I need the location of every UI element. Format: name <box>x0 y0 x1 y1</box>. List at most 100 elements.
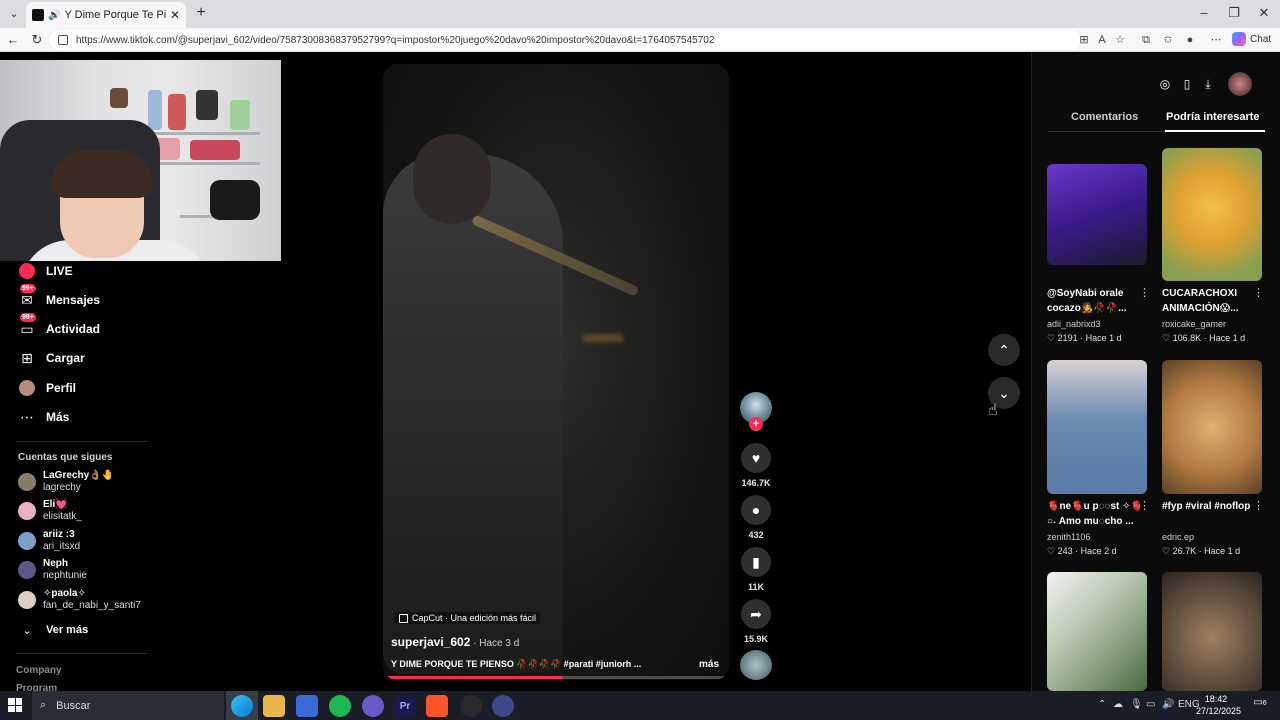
profile-avatar-icon[interactable]: ● <box>1182 32 1198 48</box>
card-menu-dots-icon[interactable]: ⋮ <box>1253 499 1264 512</box>
comment-icon[interactable]: ● <box>741 495 771 525</box>
sidebar-item-cargar[interactable]: ⊞ Cargar <box>18 349 85 367</box>
sidebar-item-mensajes[interactable]: ✉ 99+ Mensajes <box>18 284 100 309</box>
premiere-icon[interactable]: Pr <box>394 695 416 717</box>
video-author[interactable]: superjavi_602 <box>391 635 470 649</box>
sidebar-item-actividad[interactable]: ▭ 99+ Actividad <box>18 313 100 338</box>
url-field[interactable]: https://www.tiktok.com/@superjavi_602/vi… <box>50 30 1080 50</box>
video-author-line[interactable]: superjavi_602 · Hace 3 d <box>391 635 519 649</box>
brave-icon[interactable] <box>426 695 448 717</box>
refresh-icon[interactable]: ↻ <box>28 31 46 49</box>
save-count: 11K <box>747 582 764 592</box>
onedrive-icon[interactable]: ☁ <box>1113 699 1123 710</box>
bookmark-icon[interactable]: ▮ <box>741 547 771 577</box>
recommended-video-title[interactable]: #fyp #viral #noflop <box>1162 499 1262 514</box>
audio-playing-icon[interactable]: 🔊 <box>48 10 60 21</box>
user-avatar[interactable] <box>1228 72 1252 96</box>
maximize-icon[interactable]: ❐ <box>1224 5 1244 21</box>
recommended-video-title[interactable]: @SoyNabi orale cocazo🧑‍🎤🥀🥀... <box>1047 286 1147 316</box>
recommended-video-title[interactable]: 🫀ne🫀u p◌◌st ✧🫀 ○˖ Amo mu◌cho ... <box>1047 499 1147 529</box>
heart-icon[interactable]: ♥ <box>741 443 771 473</box>
recommended-video-author[interactable]: roxicake_gamer <box>1162 319 1226 329</box>
discord-icon[interactable] <box>362 695 384 717</box>
more-icon: ⋯ <box>20 408 34 425</box>
spotify-icon[interactable] <box>329 695 351 717</box>
favorite-star-icon[interactable]: ☆ <box>1112 32 1128 48</box>
close-window-icon[interactable]: ✕ <box>1254 5 1274 21</box>
see-more-button[interactable]: ⌄ Ver más <box>18 621 88 639</box>
chevron-down-icon: ⌄ <box>22 624 32 637</box>
share-icon[interactable]: ➦ <box>741 599 771 629</box>
following-account[interactable]: Neph nephtunie <box>18 558 87 582</box>
menu-dots-icon[interactable]: ⋯ <box>1208 32 1224 48</box>
recommended-video-thumbnail[interactable] <box>1162 572 1262 691</box>
following-account[interactable]: Eli💓 elisitatk_ <box>18 499 82 523</box>
browser-tab-active[interactable]: 🔊 Y Dime Porque Te Pienso: Jun ✕ <box>26 2 186 28</box>
new-tab-button[interactable]: + <box>192 4 210 22</box>
notifications-icon[interactable]: ▭6 <box>1252 697 1268 713</box>
following-account[interactable]: ✧paola✧ fan_de_nabi_y_santi7 <box>18 588 141 612</box>
following-account[interactable]: ariiz :3 ari_itsxd <box>18 529 80 553</box>
device-icon[interactable]: ▯ <box>1177 74 1197 94</box>
extensions-icon[interactable]: ⧉ <box>1138 32 1154 48</box>
recommended-video-thumbnail[interactable] <box>1047 572 1147 691</box>
recommended-video-author[interactable]: edric.ep <box>1162 532 1194 542</box>
taskbar-clock[interactable]: 18:42 27/12/2025 <box>1196 693 1241 717</box>
sidebar-item-live[interactable]: LIVE <box>18 262 73 280</box>
sidebar-item-perfil[interactable]: Perfil <box>18 379 76 397</box>
network-icon[interactable]: ▭ <box>1146 699 1155 710</box>
card-menu-dots-icon[interactable]: ⋮ <box>1139 499 1150 512</box>
tray-chevron-up-icon[interactable]: ⌃ <box>1098 699 1106 710</box>
video-player[interactable]: CapCut · Una edición más fácil superjavi… <box>383 64 729 680</box>
footer-link-company[interactable]: Company <box>16 665 62 676</box>
follow-plus-icon[interactable]: + <box>749 417 763 431</box>
card-likes: 2191 <box>1057 333 1078 343</box>
recommended-video-thumbnail[interactable] <box>1162 148 1262 281</box>
avatar <box>18 561 36 579</box>
copilot-chat-button[interactable]: Chat <box>1232 32 1271 46</box>
app-icon[interactable] <box>492 695 514 717</box>
favorites-icon[interactable]: ✩ <box>1160 32 1176 48</box>
tab-list-chevron-icon[interactable]: ⌄ <box>4 4 24 24</box>
close-tab-icon[interactable]: ✕ <box>170 8 180 22</box>
apps-icon[interactable]: ⊞ <box>1076 32 1092 48</box>
mic-icon[interactable]: 🎙 <box>1130 699 1143 710</box>
translate-icon[interactable]: A <box>1094 32 1110 48</box>
recommended-video-author[interactable]: adii_nabrixd3 <box>1047 319 1101 329</box>
file-explorer-icon[interactable] <box>263 695 285 717</box>
recommended-video-thumbnail[interactable] <box>1047 164 1147 265</box>
windows-start-icon[interactable] <box>8 698 22 712</box>
like-action[interactable]: ♥ 146.7K <box>740 443 772 488</box>
save-action[interactable]: ▮ 11K <box>740 547 772 592</box>
compass-icon[interactable]: ◎ <box>1155 74 1175 94</box>
download-icon[interactable]: ⤓ <box>1198 74 1218 94</box>
back-icon[interactable]: ← <box>4 31 22 49</box>
account-handle: fan_de_nabi_y_santi7 <box>43 600 141 611</box>
following-account[interactable]: LaGrechy👌🏽🤚 lagrechy <box>18 470 114 494</box>
comment-count: 432 <box>748 530 764 540</box>
obs-icon[interactable] <box>460 695 482 717</box>
edge-icon[interactable] <box>231 695 253 717</box>
description-more-button[interactable]: más <box>699 659 719 670</box>
taskbar-search[interactable]: ⌕ Buscar <box>32 691 224 720</box>
card-likes: 243 <box>1057 546 1073 556</box>
share-action[interactable]: ➦ 15.9K <box>740 599 772 644</box>
video-progress-bar[interactable] <box>387 676 725 679</box>
recommended-video-author[interactable]: zenith1106 <box>1047 532 1090 542</box>
recommended-video-thumbnail[interactable] <box>1162 360 1262 494</box>
recommended-video-title[interactable]: CUCARACHOXI ANIMACIÓN😱... <box>1162 286 1262 316</box>
sidebar-item-mas[interactable]: ⋯ Más <box>18 408 69 426</box>
site-info-icon[interactable] <box>58 35 68 45</box>
tab-comentarios[interactable]: Comentarios <box>1071 111 1138 123</box>
card-menu-dots-icon[interactable]: ⋮ <box>1139 286 1150 299</box>
recommended-video-thumbnail[interactable] <box>1047 360 1147 494</box>
music-disc-avatar[interactable] <box>740 650 772 680</box>
capcut-tag[interactable]: CapCut · Una edición más fácil <box>395 612 541 624</box>
minimize-icon[interactable]: – <box>1194 5 1214 20</box>
volume-icon[interactable]: 🔊 <box>1162 699 1174 710</box>
store-icon[interactable] <box>296 695 318 717</box>
card-menu-dots-icon[interactable]: ⋮ <box>1253 286 1264 299</box>
comment-action[interactable]: ● 432 <box>740 495 772 540</box>
tab-podria-interesarte[interactable]: Podría interesarte <box>1166 111 1260 123</box>
previous-video-chevron-up-icon[interactable]: ⌃ <box>988 334 1020 366</box>
